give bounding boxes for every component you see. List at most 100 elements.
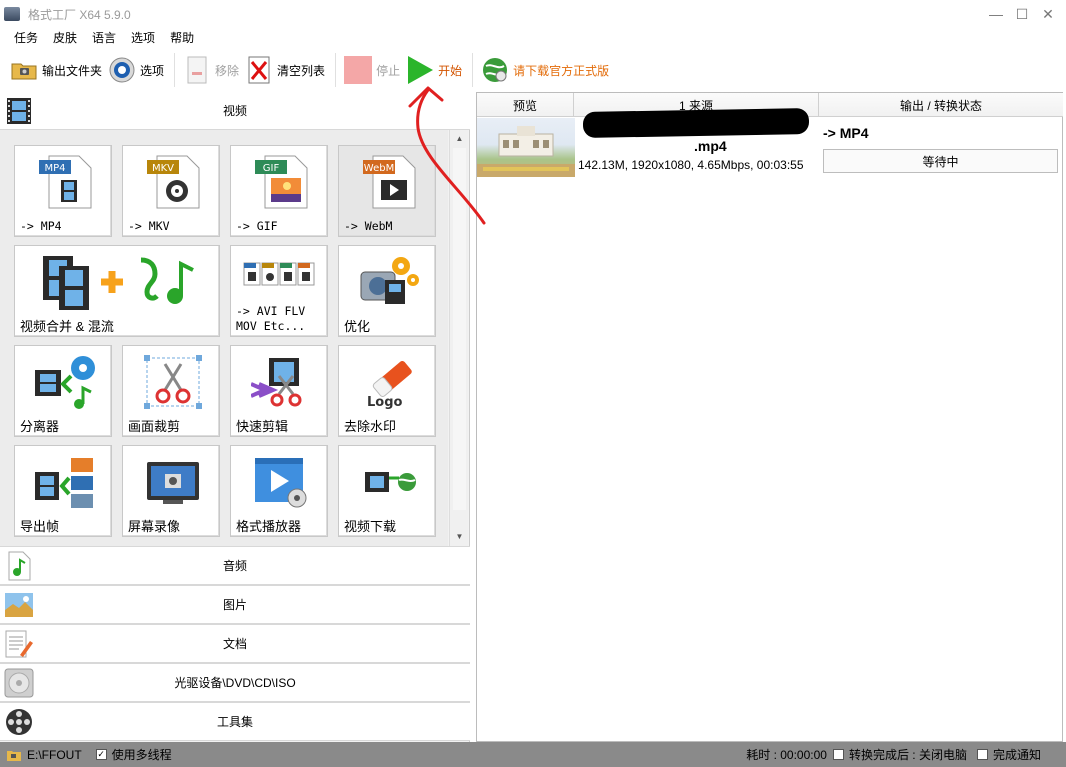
quick-clip-icon bbox=[251, 358, 302, 407]
title-bar: 格式工厂 X64 5.9.0 — ☐ ✕ bbox=[0, 0, 1066, 28]
toolbar-separator bbox=[335, 53, 337, 87]
clear-list-button[interactable]: 清空列表 bbox=[245, 52, 331, 88]
category-tools-header[interactable]: 工具集 bbox=[0, 702, 470, 741]
source-file-info: 142.13M, 1920x1080, 4.65Mbps, 00:03:55 bbox=[578, 158, 804, 172]
after-convert-checkbox[interactable] bbox=[832, 749, 844, 760]
tile-export-frames[interactable]: 导出帧 bbox=[14, 445, 112, 537]
scroll-up-icon[interactable]: ▲ bbox=[450, 130, 469, 146]
conversion-status[interactable]: 等待中 bbox=[823, 149, 1058, 173]
tile-to-mp4[interactable]: MP4 -> MP4 bbox=[14, 145, 112, 237]
tile-screen-record[interactable]: 屏幕录像 bbox=[122, 445, 220, 537]
category-image-header[interactable]: 图片 bbox=[0, 585, 470, 624]
toolbar-separator bbox=[472, 53, 474, 87]
scroll-thumb[interactable] bbox=[453, 148, 466, 510]
tile-crop[interactable]: 画面裁剪 bbox=[122, 345, 220, 437]
webm-badge: WebM bbox=[364, 163, 394, 174]
menu-options[interactable]: 选项 bbox=[131, 29, 155, 46]
tile-remove-watermark[interactable]: Logo 去除水印 bbox=[338, 345, 436, 437]
mp4-badge: MP4 bbox=[44, 163, 65, 174]
menu-help[interactable]: 帮助 bbox=[170, 29, 194, 46]
stop-icon bbox=[344, 56, 373, 84]
splitter-icon bbox=[35, 356, 95, 409]
document-icon bbox=[4, 629, 34, 659]
remove-watermark-icon: Logo bbox=[367, 360, 412, 410]
column-preview[interactable]: 预览 bbox=[477, 93, 574, 117]
tile-other-formats[interactable]: -> AVI FLV MOV Etc... bbox=[230, 245, 328, 337]
webm-file-icon: WebM bbox=[363, 155, 416, 209]
tile-to-webm[interactable]: WebM -> WebM bbox=[338, 145, 436, 237]
gif-file-icon: GIF bbox=[255, 155, 308, 209]
screen-record-icon bbox=[147, 462, 199, 504]
download-official-button[interactable]: 请下载官方正式版 bbox=[481, 52, 615, 88]
mkv-file-icon: MKV bbox=[147, 155, 200, 209]
category-video-header[interactable]: 视频 bbox=[0, 92, 470, 130]
output-path[interactable]: E:\FFOUT bbox=[27, 748, 82, 762]
play-icon bbox=[406, 56, 434, 84]
video-download-icon bbox=[365, 472, 416, 492]
player-icon bbox=[255, 458, 307, 508]
multithread-checkbox[interactable]: ✓ bbox=[95, 749, 107, 760]
start-button[interactable]: 开始 bbox=[406, 52, 468, 88]
window-title: 格式工厂 X64 5.9.0 bbox=[28, 7, 131, 22]
elapsed-time: 耗时 : 00:00:00 bbox=[746, 748, 827, 762]
video-thumbnail bbox=[477, 118, 575, 177]
app-icon bbox=[4, 7, 20, 21]
tools-reel-icon bbox=[4, 707, 34, 737]
category-audio-header[interactable]: 音频 bbox=[0, 546, 470, 585]
gif-badge: GIF bbox=[263, 163, 280, 174]
column-output-status[interactable]: 输出 / 转换状态 bbox=[819, 93, 1063, 117]
tile-to-mkv[interactable]: MKV -> MKV bbox=[122, 145, 220, 237]
export-frames-icon bbox=[35, 458, 93, 508]
menu-language[interactable]: 语言 bbox=[92, 29, 116, 46]
category-optical-header[interactable]: 光驱设备\DVD\CD\ISO bbox=[0, 663, 470, 702]
stop-button[interactable]: 停止 bbox=[344, 52, 406, 88]
menu-task[interactable]: 任务 bbox=[14, 29, 38, 46]
output-folder-icon bbox=[7, 749, 21, 761]
audio-file-icon bbox=[4, 551, 34, 581]
tools-scrollbar[interactable]: ▲ ▼ bbox=[449, 130, 468, 546]
tile-video-download[interactable]: 视频下载 bbox=[338, 445, 436, 537]
maximize-button[interactable]: ☐ bbox=[1008, 0, 1036, 28]
logo-text: Logo bbox=[367, 395, 403, 410]
video-film-icon bbox=[4, 96, 34, 126]
output-folder-button[interactable]: 输出文件夹 bbox=[10, 52, 108, 88]
notify-label: 完成通知 bbox=[992, 748, 1041, 762]
multithread-label: 使用多线程 bbox=[111, 748, 172, 762]
scroll-down-icon[interactable]: ▼ bbox=[450, 528, 469, 544]
disc-drive-icon bbox=[4, 668, 34, 698]
mp4-file-icon: MP4 bbox=[39, 155, 92, 209]
close-button[interactable]: ✕ bbox=[1034, 0, 1062, 28]
toolbar: 输出文件夹 选项 移除 清空列表 停止 开始 请下载官方正式版 bbox=[0, 48, 1066, 92]
video-tools-grid: MP4 -> MP4 MKV -> MKV GIF -> GIF WebM ->… bbox=[0, 130, 448, 546]
options-gear-icon bbox=[108, 56, 136, 84]
toolbar-separator bbox=[174, 53, 176, 87]
task-list: 预览 1 来源 输出 / 转换状态 .mp4 142.13M, 1920x108… bbox=[476, 92, 1063, 742]
other-formats-icon bbox=[243, 262, 315, 286]
status-bar: E:\FFOUT ✓ 使用多线程 耗时 : 00:00:00 转换完成后 : 关… bbox=[0, 742, 1066, 767]
output-format: -> MP4 bbox=[823, 125, 869, 141]
folder-icon bbox=[10, 56, 38, 84]
globe-download-icon bbox=[481, 56, 509, 84]
image-landscape-icon bbox=[4, 590, 34, 620]
redaction-scribble bbox=[582, 108, 810, 138]
tile-player[interactable]: 格式播放器 bbox=[230, 445, 328, 537]
tile-splitter[interactable]: 分离器 bbox=[14, 345, 112, 437]
tile-optimize[interactable]: 优化 bbox=[338, 245, 436, 337]
category-document-header[interactable]: 文档 bbox=[0, 624, 470, 663]
menu-skin[interactable]: 皮肤 bbox=[53, 29, 77, 46]
remove-doc-icon bbox=[183, 56, 211, 84]
menu-bar: 任务 皮肤 语言 选项 帮助 bbox=[0, 28, 1066, 46]
options-button[interactable]: 选项 bbox=[108, 52, 170, 88]
notify-checkbox[interactable] bbox=[976, 749, 988, 760]
tile-merge-mux[interactable]: 视频合并 & 混流 bbox=[14, 245, 220, 337]
mkv-badge: MKV bbox=[152, 163, 174, 174]
tile-to-gif[interactable]: GIF -> GIF bbox=[230, 145, 328, 237]
source-filename: .mp4 bbox=[694, 138, 727, 154]
remove-button[interactable]: 移除 bbox=[183, 52, 245, 88]
crop-icon bbox=[144, 355, 202, 409]
merge-mux-icon bbox=[43, 256, 194, 310]
table-row[interactable]: .mp4 142.13M, 1920x1080, 4.65Mbps, 00:03… bbox=[477, 108, 1063, 177]
minimize-button[interactable]: — bbox=[982, 0, 1010, 28]
after-convert-label: 转换完成后 : 关闭电脑 bbox=[848, 748, 967, 762]
tile-quick-clip[interactable]: 快速剪辑 bbox=[230, 345, 328, 437]
